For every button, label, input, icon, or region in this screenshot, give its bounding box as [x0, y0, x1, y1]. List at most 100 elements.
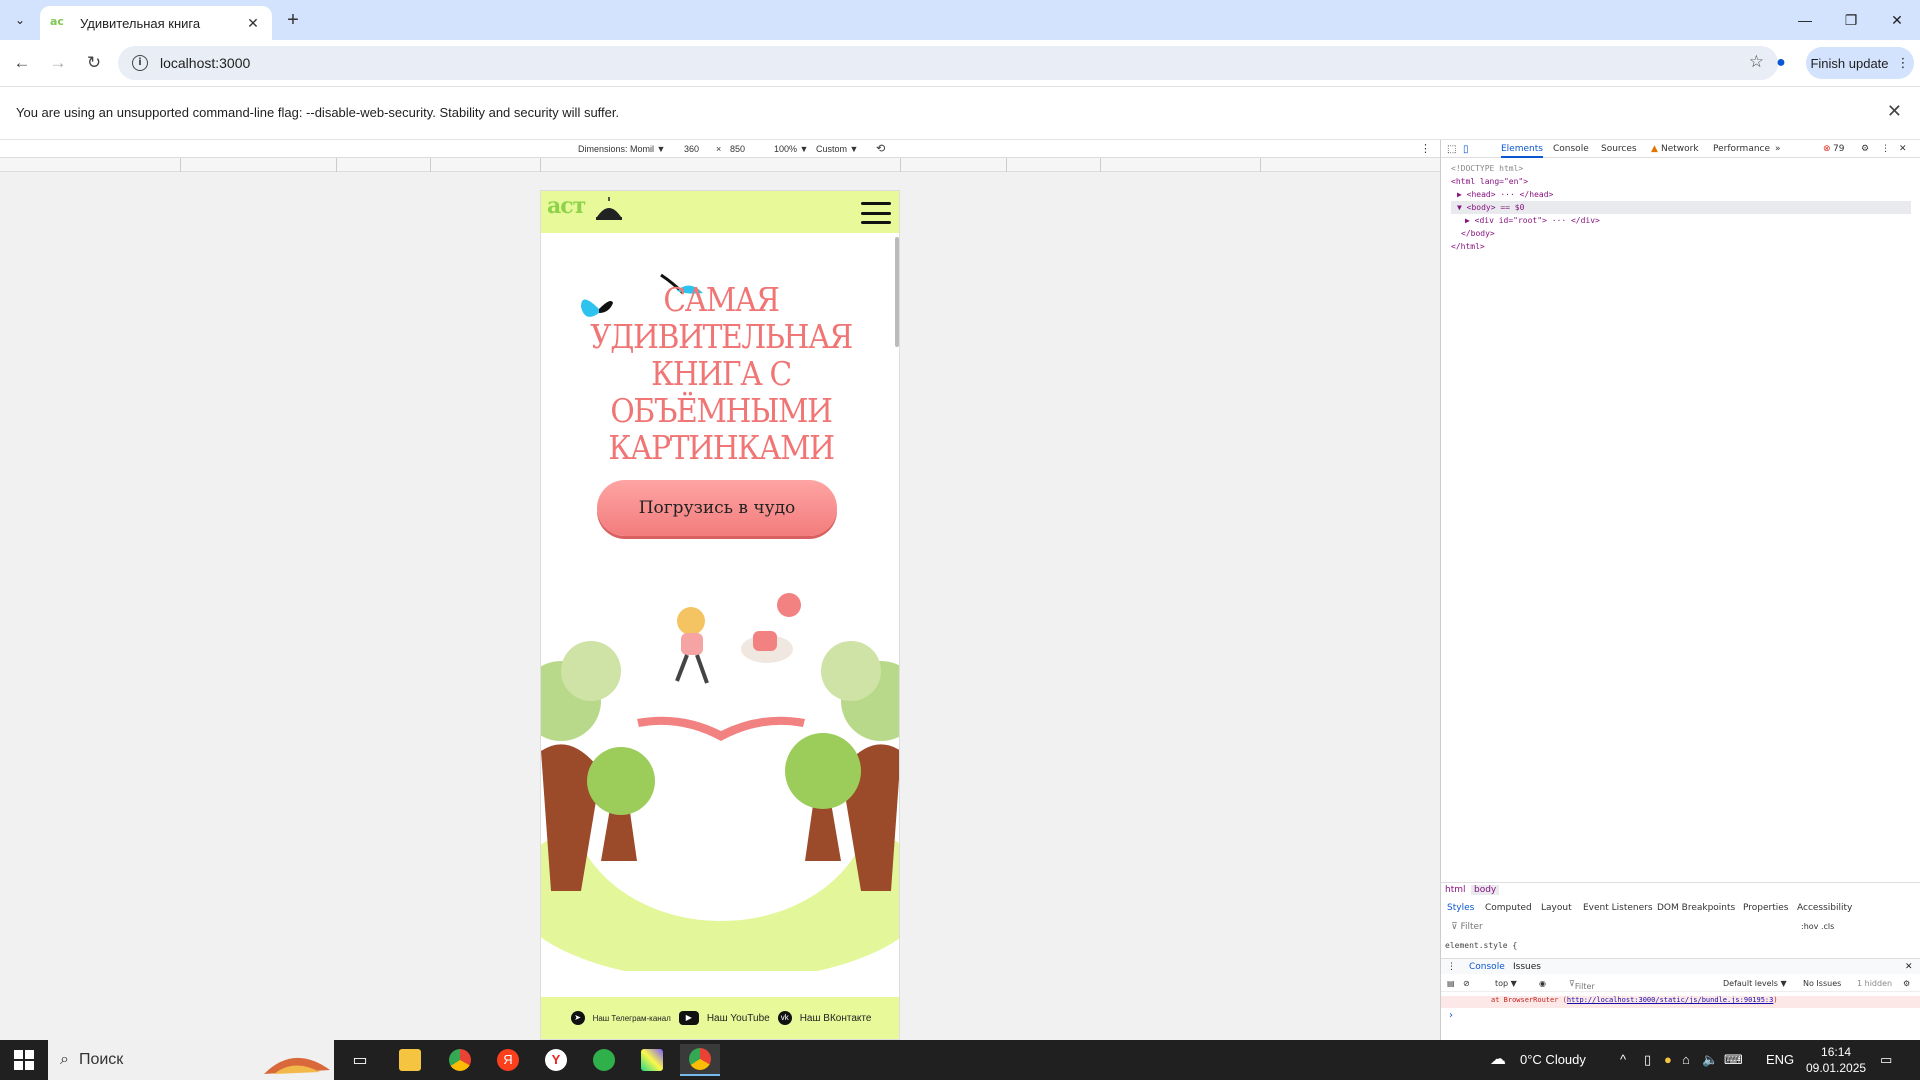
element-style-rule[interactable]: element.style { — [1445, 941, 1517, 950]
address-bar[interactable]: i localhost:3000 ☆ — [118, 46, 1778, 80]
tab-performance[interactable]: Performance — [1713, 144, 1770, 154]
console-prompt[interactable]: › — [1449, 1010, 1453, 1021]
crumb-body[interactable]: body — [1471, 885, 1500, 895]
error-count[interactable]: 79 — [1833, 144, 1844, 154]
height-input[interactable]: 850 — [730, 144, 745, 154]
tab-event-listeners[interactable]: Event Listeners — [1583, 903, 1653, 913]
drawer-tab-issues[interactable]: Issues — [1513, 962, 1541, 972]
crumb-html[interactable]: html — [1445, 885, 1466, 895]
weather-text[interactable]: 0°C Cloudy — [1520, 1052, 1586, 1067]
bookmark-star-icon[interactable]: ☆ — [1749, 52, 1764, 72]
styles-filter-input[interactable]: ⊽ Filter — [1451, 922, 1483, 932]
width-input[interactable]: 360 — [684, 144, 699, 154]
vk-link[interactable]: Наш ВКонтакте — [800, 1013, 872, 1024]
file-explorer-icon[interactable] — [390, 1044, 430, 1076]
volume-icon[interactable]: 🔈 — [1702, 1052, 1718, 1068]
language-indicator[interactable]: ENG — [1766, 1052, 1794, 1067]
dimensions-select[interactable]: Dimensions: Momil ▼ — [578, 144, 665, 154]
castle-logo-icon[interactable] — [595, 197, 623, 223]
green-app-icon[interactable] — [584, 1044, 624, 1076]
hov-cls-toggles[interactable]: :hov .cls — [1801, 922, 1834, 931]
close-window-button[interactable]: ✕ — [1874, 0, 1920, 40]
keyboard-icon[interactable]: ⌨ — [1724, 1052, 1743, 1068]
error-link[interactable]: http://localhost:3000/static/js/bundle.j… — [1567, 996, 1774, 1004]
telegram-icon[interactable]: ➤ — [570, 1011, 585, 1025]
yandex-icon[interactable]: Я — [488, 1044, 528, 1076]
drawer-close-icon[interactable]: ✕ — [1905, 962, 1913, 972]
tray-app-icon[interactable]: ● — [1664, 1052, 1672, 1067]
drawer-tab-console[interactable]: Console — [1469, 962, 1505, 972]
weather-cloud-icon[interactable]: ☁ — [1490, 1049, 1506, 1069]
tab-close-icon[interactable]: ✕ — [244, 15, 262, 32]
dom-line[interactable]: </body> — [1451, 227, 1911, 240]
dom-line[interactable]: ▶ <head> ··· </head> — [1451, 188, 1911, 201]
infobar-close-icon[interactable]: ✕ — [1887, 101, 1902, 122]
dom-line-selected[interactable]: ▼ <body> == $0 — [1451, 201, 1911, 214]
vk-icon[interactable]: vk — [777, 1011, 792, 1025]
throttle-select[interactable]: Custom ▼ — [816, 144, 858, 154]
reload-button[interactable]: ↻ — [80, 49, 108, 77]
drawer-menu-icon[interactable]: ⋮ — [1447, 962, 1456, 972]
forward-button[interactable]: → — [44, 49, 72, 77]
devtools-more-icon[interactable]: ⋮ — [1881, 144, 1890, 154]
youtube-icon[interactable]: ▶ — [678, 1011, 699, 1025]
dom-line[interactable]: ▶ <div id="root"> ··· </div> — [1451, 214, 1911, 227]
yandex-browser-icon[interactable]: Y — [536, 1044, 576, 1076]
error-count-icon[interactable]: ⊗ — [1823, 144, 1831, 154]
devtools-close-icon[interactable]: ✕ — [1899, 144, 1907, 154]
console-settings-icon[interactable]: ⚙ — [1903, 979, 1910, 988]
rotate-icon[interactable]: ⟲ — [876, 142, 885, 155]
back-button[interactable]: ← — [8, 49, 36, 77]
browser-tab[interactable]: ас Удивительная книга ✕ — [40, 6, 272, 40]
tray-phone-icon[interactable]: ▯ — [1644, 1052, 1651, 1068]
taskbar-search[interactable]: ⌕ Поиск — [48, 1040, 334, 1080]
default-levels-select[interactable]: Default levels ▼ — [1723, 979, 1787, 988]
tab-accessibility[interactable]: Accessibility — [1797, 903, 1852, 913]
dive-into-miracle-button[interactable]: Погрузись в чудо — [597, 480, 837, 536]
sidebar-toggle-icon[interactable]: ▤ — [1447, 979, 1455, 988]
finish-update-button[interactable]: Finish update ⋮ — [1806, 47, 1914, 79]
context-select[interactable]: top ▼ — [1495, 979, 1517, 988]
tray-expand-icon[interactable]: ^ — [1620, 1052, 1626, 1067]
tab-styles[interactable]: Styles — [1447, 903, 1474, 913]
hamburger-menu-icon[interactable] — [861, 202, 891, 224]
new-tab-button[interactable]: + — [280, 9, 306, 33]
dev-tool-icon[interactable] — [632, 1044, 672, 1076]
tab-computed[interactable]: Computed — [1485, 903, 1532, 913]
zoom-select[interactable]: 100% ▼ — [774, 144, 808, 154]
inspect-element-icon[interactable]: ⬚ — [1447, 144, 1456, 155]
dom-line[interactable]: <html lang="en"> — [1451, 175, 1911, 188]
chrome-icon[interactable] — [440, 1044, 480, 1076]
task-view-icon[interactable]: ▭ — [340, 1044, 380, 1076]
start-button[interactable] — [14, 1050, 34, 1070]
site-info-icon[interactable]: i — [132, 55, 148, 71]
chrome-active-icon[interactable] — [680, 1044, 720, 1076]
live-expression-eye-icon[interactable]: ◉ — [1539, 979, 1546, 988]
tab-dom-breakpoints[interactable]: DOM Breakpoints — [1657, 903, 1735, 913]
tab-network[interactable]: Network — [1661, 144, 1699, 154]
no-issues-label[interactable]: No Issues — [1803, 979, 1841, 988]
restore-button[interactable]: ❐ — [1828, 0, 1874, 40]
minimize-button[interactable]: — — [1782, 0, 1828, 40]
tab-search-chevron-icon[interactable]: ⌄ — [6, 8, 34, 32]
tab-elements[interactable]: Elements — [1501, 144, 1543, 158]
youtube-link[interactable]: Наш YouTube — [707, 1013, 770, 1024]
tab-properties[interactable]: Properties — [1743, 903, 1788, 913]
settings-gear-icon[interactable]: ⚙ — [1861, 144, 1869, 154]
clear-console-icon[interactable]: ⊘ — [1463, 979, 1470, 988]
more-tabs-icon[interactable]: » — [1775, 144, 1781, 154]
tab-console[interactable]: Console — [1553, 144, 1589, 154]
dom-line[interactable]: <!DOCTYPE html> — [1451, 162, 1911, 175]
console-filter-input[interactable]: ⊽ Filter — [1569, 979, 1595, 991]
tab-layout[interactable]: Layout — [1541, 903, 1572, 913]
network-icon[interactable]: ⌂ — [1682, 1052, 1690, 1067]
scrollbar-thumb[interactable] — [895, 237, 899, 347]
profile-avatar-icon[interactable]: ● — [1768, 50, 1794, 76]
site-logo[interactable]: аст — [547, 193, 586, 219]
telegram-link[interactable]: Наш Телеграм-канал — [593, 1014, 671, 1023]
tab-sources[interactable]: Sources — [1601, 144, 1637, 154]
device-more-icon[interactable]: ⋮ — [1420, 142, 1431, 155]
device-toggle-icon[interactable]: ▯ — [1463, 144, 1469, 155]
dom-line[interactable]: </html> — [1451, 240, 1911, 253]
taskbar-clock[interactable]: 16:14 09.01.2025 — [1806, 1044, 1866, 1076]
